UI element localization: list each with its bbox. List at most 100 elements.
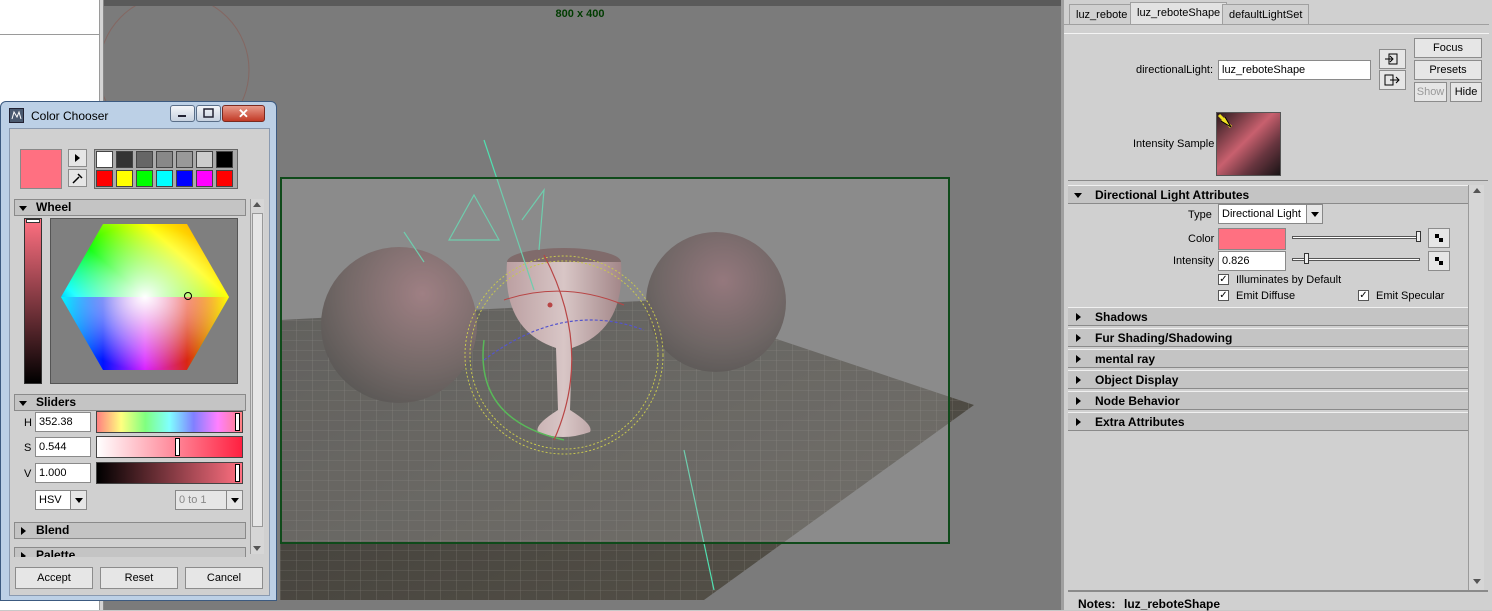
color-slider-thumb[interactable] bbox=[1416, 231, 1421, 242]
notes-label: Notes: bbox=[1078, 597, 1116, 611]
palette-swatch[interactable] bbox=[136, 170, 153, 187]
value-slider[interactable] bbox=[96, 462, 243, 484]
intensity-label: Intensity bbox=[1173, 255, 1214, 267]
h-label: H bbox=[24, 417, 32, 429]
show-button[interactable]: Show bbox=[1414, 82, 1447, 102]
hsv-hexagon bbox=[61, 224, 229, 370]
color-chooser-title: Color Chooser bbox=[31, 109, 109, 123]
s-field[interactable]: 0.544 bbox=[35, 437, 91, 457]
illuminates-by-default-checkbox[interactable]: ✓ bbox=[1218, 274, 1229, 285]
palette-swatch[interactable] bbox=[176, 151, 193, 168]
color-chooser-body: Wheel Sliders H 352.38 S 0.544 V 1.000 H… bbox=[9, 128, 270, 596]
checker-icon bbox=[1435, 257, 1443, 265]
extra-attributes-header[interactable]: Extra Attributes bbox=[1068, 412, 1468, 431]
v-field[interactable]: 1.000 bbox=[35, 463, 91, 483]
s-label: S bbox=[24, 442, 32, 454]
intensity-slider-track[interactable] bbox=[1292, 258, 1420, 261]
emit-diffuse-checkbox[interactable]: ✓ bbox=[1218, 290, 1229, 301]
sliders-section-header[interactable]: Sliders bbox=[14, 394, 246, 411]
maya-window-icon bbox=[9, 108, 24, 123]
palette-swatch[interactable] bbox=[196, 170, 213, 187]
shadows-header[interactable]: Shadows bbox=[1068, 307, 1468, 326]
focus-button[interactable]: Focus bbox=[1414, 38, 1482, 58]
palette-swatch[interactable] bbox=[176, 170, 193, 187]
mental-ray-header[interactable]: mental ray bbox=[1068, 349, 1468, 368]
hide-button[interactable]: Hide bbox=[1450, 82, 1482, 102]
palette-swatch[interactable] bbox=[156, 170, 173, 187]
eyedropper-button[interactable] bbox=[68, 169, 87, 187]
palette-section-header[interactable]: Palette bbox=[14, 547, 246, 557]
cancel-button[interactable]: Cancel bbox=[185, 567, 263, 589]
notes-value: luz_reboteShape bbox=[1124, 597, 1221, 611]
intensity-map-button[interactable] bbox=[1428, 251, 1450, 271]
palette-swatch[interactable] bbox=[216, 170, 233, 187]
palette-swatch[interactable] bbox=[156, 151, 173, 168]
intensity-field[interactable]: 0.826 bbox=[1218, 251, 1286, 271]
select-input-button[interactable] bbox=[1379, 49, 1406, 69]
node-type-label: directionalLight: bbox=[1136, 64, 1214, 76]
swatch-grid bbox=[94, 149, 238, 189]
h-field[interactable]: 352.38 bbox=[35, 412, 91, 432]
attribute-scrollbar[interactable] bbox=[1468, 185, 1484, 590]
node-name-field[interactable]: luz_reboteShape bbox=[1218, 60, 1371, 80]
v-label: V bbox=[24, 468, 32, 480]
tab-luz-reboteshape[interactable]: luz_reboteShape bbox=[1130, 2, 1228, 24]
resolution-gate bbox=[280, 177, 950, 544]
reset-button[interactable]: Reset bbox=[100, 567, 178, 589]
palette-swatch[interactable] bbox=[136, 151, 153, 168]
add-to-palette-button[interactable] bbox=[68, 149, 87, 167]
type-label: Type bbox=[1188, 209, 1212, 221]
presets-button[interactable]: Presets bbox=[1414, 60, 1482, 80]
close-icon: ✕ bbox=[238, 106, 249, 121]
directional-light-attributes-header[interactable]: Directional Light Attributes bbox=[1068, 185, 1468, 204]
palette-swatch[interactable] bbox=[96, 151, 113, 168]
current-color-swatch bbox=[20, 149, 62, 189]
play-arrow-icon bbox=[75, 154, 80, 162]
emit-specular-checkbox[interactable]: ✓ bbox=[1358, 290, 1369, 301]
tab-defaultlightset[interactable]: defaultLightSet bbox=[1222, 4, 1310, 24]
intensity-sample-label: Intensity Sample bbox=[1133, 138, 1215, 150]
viewport-toolbar[interactable] bbox=[104, 0, 1061, 6]
color-map-button[interactable] bbox=[1428, 228, 1450, 248]
maximize-icon bbox=[203, 108, 214, 118]
maximize-button[interactable] bbox=[196, 105, 221, 122]
minimize-icon bbox=[178, 115, 186, 117]
palette-section-clip: Palette bbox=[14, 547, 246, 557]
palette-swatch[interactable] bbox=[196, 151, 213, 168]
light-type-dropdown[interactable]: Directional Light bbox=[1218, 204, 1323, 224]
palette-swatch[interactable] bbox=[216, 151, 233, 168]
saturation-slider[interactable] bbox=[96, 436, 243, 458]
color-mode-dropdown[interactable]: HSV bbox=[35, 490, 87, 510]
color-swatch[interactable] bbox=[1218, 228, 1286, 250]
wheel-section-header[interactable]: Wheel bbox=[14, 199, 246, 216]
palette-swatch[interactable] bbox=[116, 170, 133, 187]
close-button[interactable]: ✕ bbox=[222, 105, 265, 122]
palette-swatch[interactable] bbox=[116, 151, 133, 168]
range-dropdown[interactable]: 0 to 1 bbox=[175, 490, 243, 510]
intensity-sample-swatch bbox=[1216, 112, 1281, 176]
color-wheel[interactable] bbox=[50, 218, 238, 384]
tab-luz-rebote[interactable]: luz_rebote bbox=[1069, 4, 1135, 24]
chooser-scrollbar[interactable] bbox=[250, 199, 264, 554]
accept-button[interactable]: Accept bbox=[15, 567, 93, 589]
input-connection-icon bbox=[1385, 53, 1398, 65]
select-output-button[interactable] bbox=[1379, 70, 1406, 90]
resolution-label: 800 x 400 bbox=[555, 8, 605, 20]
fur-shading-header[interactable]: Fur Shading/Shadowing bbox=[1068, 328, 1468, 347]
color-slider-track[interactable] bbox=[1292, 236, 1420, 239]
object-display-header[interactable]: Object Display bbox=[1068, 370, 1468, 389]
minimize-button[interactable] bbox=[170, 105, 195, 122]
node-behavior-header[interactable]: Node Behavior bbox=[1068, 391, 1468, 410]
value-bar[interactable] bbox=[24, 218, 42, 384]
emit-diffuse-label: Emit Diffuse bbox=[1236, 290, 1296, 302]
output-connection-icon bbox=[1384, 74, 1400, 86]
hue-slider[interactable] bbox=[96, 411, 243, 433]
illuminates-by-default-label: Illuminates by Default bbox=[1236, 274, 1342, 286]
eyedropper-icon bbox=[72, 173, 83, 184]
checker-icon bbox=[1435, 234, 1443, 242]
emit-specular-label: Emit Specular bbox=[1376, 290, 1445, 302]
blend-section-header[interactable]: Blend bbox=[14, 522, 246, 539]
color-label: Color bbox=[1188, 233, 1215, 245]
intensity-slider-thumb[interactable] bbox=[1304, 253, 1309, 264]
palette-swatch[interactable] bbox=[96, 170, 113, 187]
